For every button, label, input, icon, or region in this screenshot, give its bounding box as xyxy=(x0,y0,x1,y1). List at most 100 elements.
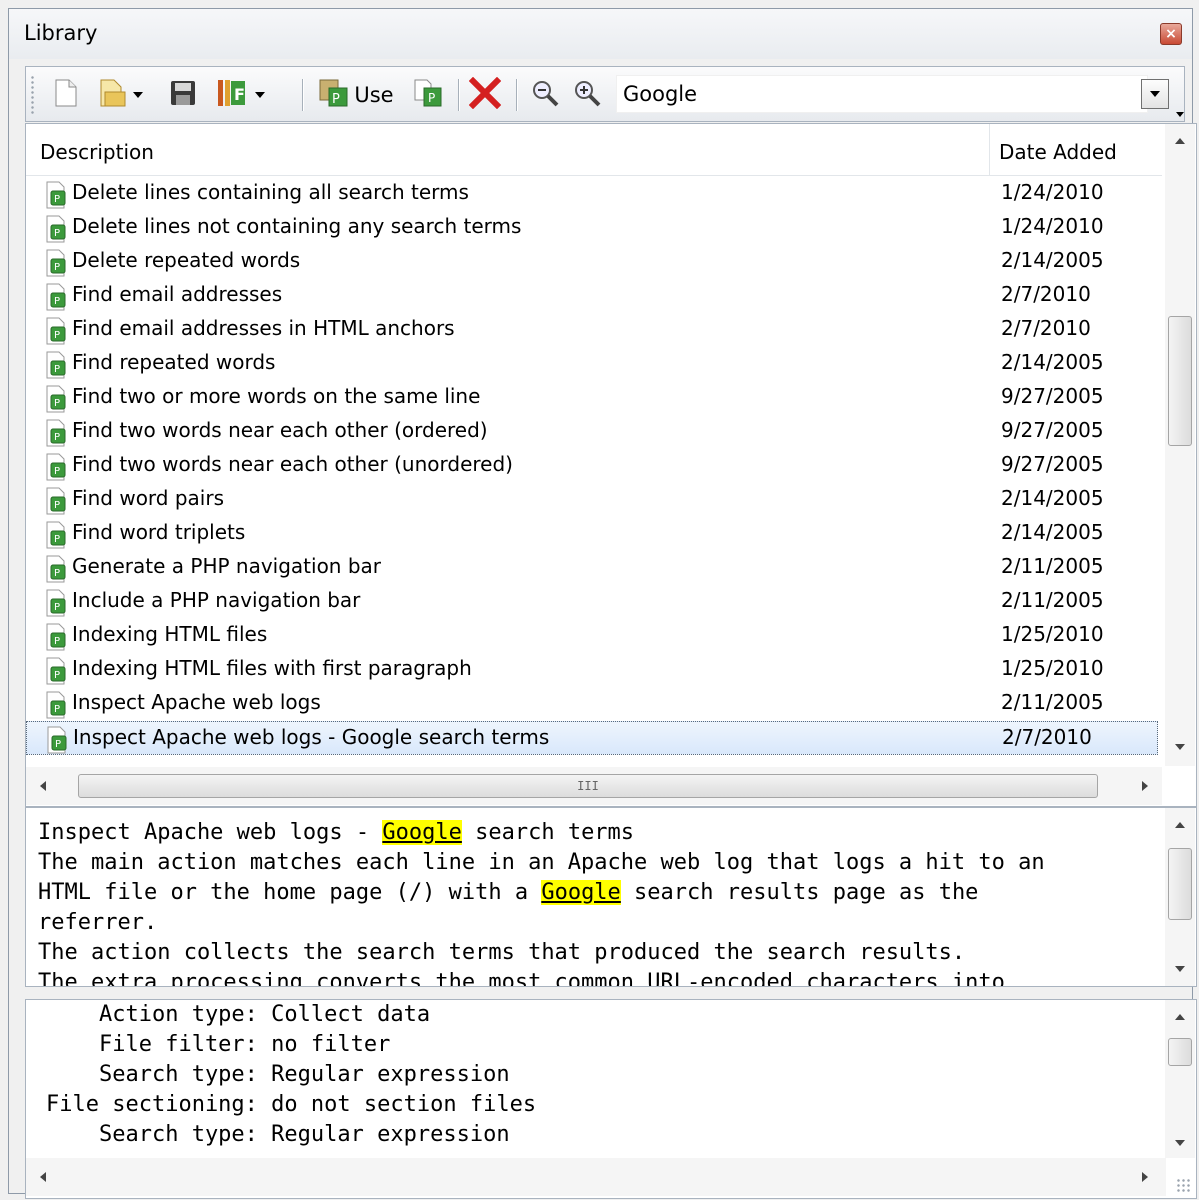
list-item[interactable]: P Find email addresses 2/7/2010 xyxy=(26,279,1158,313)
search-dropdown-button[interactable] xyxy=(1141,79,1169,109)
action-file-icon: P xyxy=(46,657,70,685)
zoom-in-icon xyxy=(573,79,601,112)
list-item[interactable]: P Find word triplets 2/14/2005 xyxy=(26,517,1158,551)
list-horizontal-scrollbar[interactable]: III xyxy=(26,767,1162,805)
search-highlight: Google xyxy=(541,880,621,905)
list-item-description: Indexing HTML files xyxy=(72,622,268,646)
svg-text:P: P xyxy=(54,398,60,409)
scroll-up-icon[interactable] xyxy=(1175,1014,1185,1020)
use-button[interactable]: P Use xyxy=(314,77,398,113)
list-vertical-scrollbar[interactable] xyxy=(1165,124,1195,766)
list-item[interactable]: P Include a PHP navigation bar 2/11/2005 xyxy=(26,585,1158,619)
scroll-down-icon[interactable] xyxy=(1175,966,1185,972)
use-label: Use xyxy=(354,83,394,107)
list-item-date: 2/7/2010 xyxy=(1001,316,1091,340)
zoom-out-icon xyxy=(531,79,559,112)
list-item[interactable]: P Delete lines containing all search term… xyxy=(26,177,1158,211)
toolbar-grip[interactable] xyxy=(30,75,35,115)
list-item[interactable]: P Delete repeated words 2/14/2005 xyxy=(26,245,1158,279)
column-header-date-added[interactable]: Date Added xyxy=(999,140,1117,164)
properties-panel[interactable]: Action type: Collect data File filter: n… xyxy=(25,999,1197,1199)
list-header: Description Date Added xyxy=(26,124,1162,176)
svg-text:P: P xyxy=(54,534,60,545)
copy-icon: P xyxy=(413,78,443,113)
description-scroll-thumb[interactable] xyxy=(1168,848,1192,920)
list-vertical-scroll-thumb[interactable] xyxy=(1168,316,1192,446)
format-button[interactable]: F xyxy=(210,77,272,113)
svg-text:P: P xyxy=(54,670,60,681)
toolbar-overflow-icon[interactable] xyxy=(1176,99,1184,123)
open-dropdown-arrow[interactable] xyxy=(133,92,143,98)
search-field[interactable] xyxy=(616,75,1148,113)
svg-text:P: P xyxy=(54,364,60,375)
format-dropdown-arrow[interactable] xyxy=(255,92,265,98)
property-line: Action type: Collect data xyxy=(46,1002,431,1027)
list-item[interactable]: P Inspect Apache web logs 2/11/2005 xyxy=(26,687,1158,721)
scroll-up-icon[interactable] xyxy=(1175,822,1185,828)
scroll-down-icon[interactable] xyxy=(1175,744,1185,750)
action-file-icon: P xyxy=(46,487,70,515)
properties-text: Action type: Collect data File filter: n… xyxy=(46,1000,1166,1150)
list-item-date: 2/14/2005 xyxy=(1001,520,1104,544)
resize-grip-icon[interactable] xyxy=(1176,1178,1192,1194)
scroll-down-icon[interactable] xyxy=(1175,1140,1185,1146)
action-file-icon: P xyxy=(46,419,70,447)
column-divider[interactable] xyxy=(989,124,990,176)
list-item-description: Inspect Apache web logs - Google search … xyxy=(73,725,550,749)
copy-button[interactable]: P xyxy=(410,77,446,113)
list-item[interactable]: P Find two words near each other (unorder… xyxy=(26,449,1158,483)
scroll-left-icon[interactable] xyxy=(40,1172,46,1182)
list-item[interactable]: P Find email addresses in HTML anchors 2/7… xyxy=(26,313,1158,347)
property-line: Search type: Regular expression xyxy=(46,1122,510,1147)
svg-text:P: P xyxy=(54,568,60,579)
property-line: File sectioning: do not section files xyxy=(46,1092,537,1117)
list-item-description: Find two words near each other (ordered) xyxy=(72,418,488,442)
list-item[interactable]: P Find two or more words on the same line… xyxy=(26,381,1158,415)
list-item[interactable]: P Inspect Apache web logs - Google search… xyxy=(26,721,1158,755)
action-file-icon: P xyxy=(46,521,70,549)
title-bar[interactable]: Library × xyxy=(9,9,1192,59)
list-item[interactable]: P Indexing HTML files 1/25/2010 xyxy=(26,619,1158,653)
description-line: referrer. xyxy=(38,910,158,935)
list-horizontal-scroll-thumb[interactable]: III xyxy=(78,774,1098,798)
save-button[interactable] xyxy=(166,77,200,113)
search-input[interactable] xyxy=(621,80,1141,108)
scroll-up-icon[interactable] xyxy=(1175,138,1185,144)
list-item-date: 2/11/2005 xyxy=(1001,588,1104,612)
new-icon xyxy=(55,79,77,112)
svg-text:P: P xyxy=(54,466,60,477)
list-item-date: 9/27/2005 xyxy=(1001,384,1104,408)
svg-text:P: P xyxy=(54,432,60,443)
properties-scroll-thumb[interactable] xyxy=(1168,1038,1192,1066)
svg-text:P: P xyxy=(428,91,435,105)
properties-horizontal-scrollbar[interactable] xyxy=(26,1158,1166,1196)
new-item-button[interactable] xyxy=(50,77,82,113)
scroll-right-icon[interactable] xyxy=(1142,781,1148,791)
description-line: The main action matches each line in an … xyxy=(38,850,1045,875)
zoom-out-button[interactable] xyxy=(528,77,562,113)
open-button[interactable] xyxy=(92,77,150,113)
action-file-icon: P xyxy=(46,555,70,583)
list-item[interactable]: P Find word pairs 2/14/2005 xyxy=(26,483,1158,517)
scroll-right-icon[interactable] xyxy=(1142,1172,1148,1182)
action-file-icon: P xyxy=(46,283,70,311)
description-panel[interactable]: Inspect Apache web logs - Google search … xyxy=(25,807,1197,987)
list-item-description: Find email addresses in HTML anchors xyxy=(72,316,455,340)
zoom-in-button[interactable] xyxy=(570,77,604,113)
list-item-date: 9/27/2005 xyxy=(1001,418,1104,442)
property-line: File filter: no filter xyxy=(46,1032,391,1057)
list-item[interactable]: P Delete lines not containing any search … xyxy=(26,211,1158,245)
list-item[interactable]: P Find two words near each other (ordered… xyxy=(26,415,1158,449)
list-item-description: Generate a PHP navigation bar xyxy=(72,554,382,578)
close-button[interactable]: × xyxy=(1160,23,1182,45)
delete-button[interactable] xyxy=(466,76,504,113)
list-item[interactable]: P Indexing HTML files with first paragrap… xyxy=(26,653,1158,687)
svg-text:P: P xyxy=(54,228,60,239)
scroll-left-icon[interactable] xyxy=(40,781,46,791)
properties-vertical-scrollbar[interactable] xyxy=(1165,1000,1195,1158)
description-vertical-scrollbar[interactable] xyxy=(1165,808,1195,986)
action-file-icon: P xyxy=(46,691,70,719)
list-item[interactable]: P Generate a PHP navigation bar 2/11/2005 xyxy=(26,551,1158,585)
list-item[interactable]: P Find repeated words 2/14/2005 xyxy=(26,347,1158,381)
column-header-description[interactable]: Description xyxy=(40,140,154,164)
